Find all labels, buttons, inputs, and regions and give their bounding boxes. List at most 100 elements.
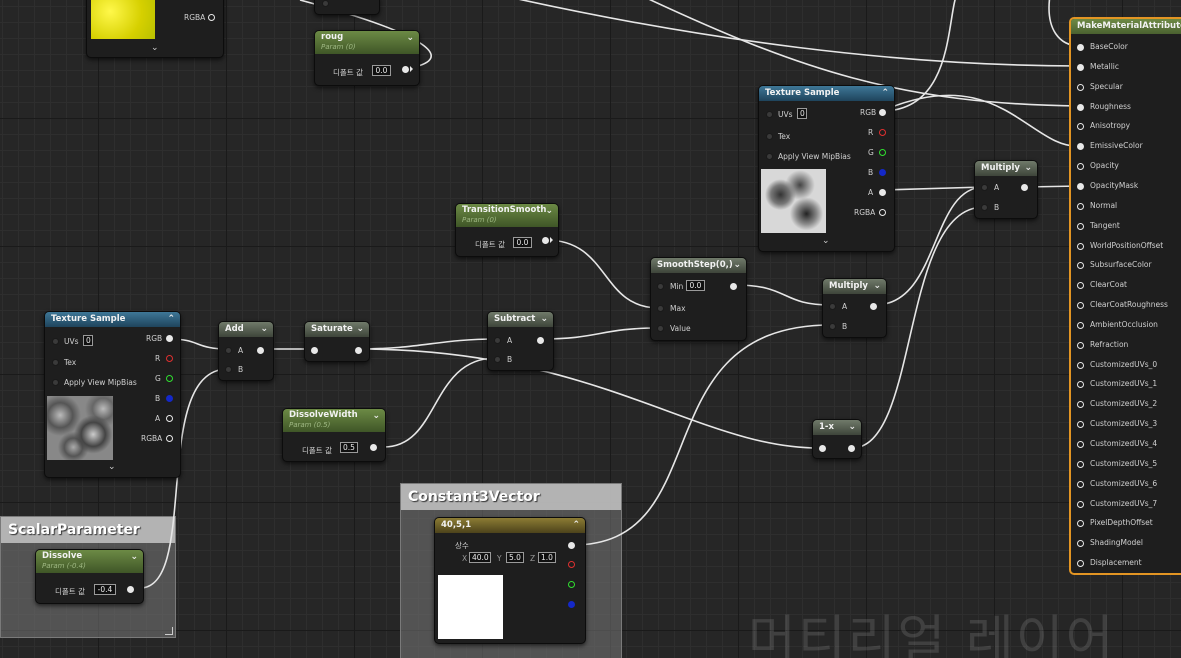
node-header[interactable]: Texture Sample ⌃ — [45, 312, 180, 327]
input-pin[interactable] — [1077, 242, 1084, 250]
scalar-param-node-roug[interactable]: roug Param (0) ⌄ 디폴트 값 0.0 — [314, 30, 420, 86]
x-value-field[interactable]: 40.0 — [469, 552, 491, 563]
min-value-field[interactable]: 0.0 — [686, 280, 705, 291]
output-pin[interactable] — [370, 444, 377, 451]
chevron-down-icon[interactable]: ⌄ — [356, 322, 364, 337]
node-header[interactable]: roug Param (0) ⌄ — [315, 31, 419, 54]
input-pin-uvs[interactable] — [52, 338, 59, 345]
input-pin-tex[interactable] — [766, 133, 773, 140]
input-pin-a[interactable] — [829, 303, 836, 310]
input-pin[interactable] — [1077, 83, 1084, 91]
chevron-down-icon[interactable]: ⌄ — [733, 258, 741, 273]
input-pin-b[interactable] — [829, 323, 836, 330]
input-pin-mipbias[interactable] — [766, 153, 773, 160]
output-pin-r[interactable] — [166, 355, 173, 362]
input-pin[interactable] — [311, 347, 318, 354]
make-material-attributes-node[interactable]: MakeMaterialAttributes BaseColor Metallic… — [1069, 17, 1181, 575]
input-pin[interactable] — [1077, 421, 1084, 429]
input-pin[interactable] — [1077, 202, 1084, 210]
output-pin-rgb[interactable] — [166, 335, 173, 342]
input-pin[interactable] — [1077, 321, 1084, 329]
input-pin-b[interactable] — [225, 366, 232, 373]
input-pin[interactable] — [1077, 302, 1084, 310]
input-pin-a[interactable] — [225, 347, 232, 354]
input-pin-a[interactable] — [494, 337, 501, 344]
one-minus-node[interactable]: 1-x ⌄ — [812, 419, 862, 459]
scalar-param-node-dissolvewidth[interactable]: DissolveWidth Param (0.5) ⌄ 디폴트 값 0.5 — [282, 408, 386, 462]
node-header[interactable]: Dissolve Param (-0.4) ⌄ — [36, 550, 143, 573]
input-pin[interactable] — [1077, 480, 1084, 488]
output-pin-b[interactable] — [568, 601, 575, 608]
input-pin-b[interactable] — [494, 356, 501, 363]
uvs-value-field[interactable]: 0 — [797, 108, 807, 119]
input-pin[interactable] — [1077, 44, 1084, 51]
input-pin[interactable] — [1077, 182, 1084, 190]
input-pin[interactable] — [1077, 341, 1084, 349]
constant3vector-node[interactable]: 40,5,1 ⌃ 상수 X 40.0 Y 5.0 Z 1.0 — [434, 517, 586, 644]
output-pin[interactable] — [355, 347, 362, 354]
chevron-down-icon[interactable]: ⌄ — [545, 204, 553, 219]
collapse-chevron-icon[interactable]: ⌄ — [822, 236, 830, 246]
input-pin[interactable] — [1077, 282, 1084, 290]
node-header[interactable]: 1-x ⌄ — [813, 420, 861, 435]
chevron-down-icon[interactable]: ⌄ — [1024, 161, 1032, 176]
default-value-field[interactable]: 0.5 — [340, 442, 358, 453]
chevron-up-icon[interactable]: ⌃ — [167, 312, 175, 327]
collapse-chevron-icon[interactable]: ⌄ — [108, 462, 116, 472]
subtract-node[interactable]: Subtract ⌄ A B — [487, 311, 554, 371]
input-pin[interactable] — [1077, 401, 1084, 409]
z-value-field[interactable]: 1.0 — [538, 552, 556, 563]
input-pin[interactable] — [819, 445, 826, 452]
node-header[interactable]: Subtract ⌄ — [488, 312, 553, 327]
output-pin[interactable] — [537, 337, 544, 344]
chevron-down-icon[interactable]: ⌄ — [540, 312, 548, 327]
output-pin-a[interactable] — [879, 189, 886, 196]
input-pin-tex[interactable] — [52, 359, 59, 366]
input-pin[interactable] — [1077, 143, 1084, 151]
default-value-field[interactable]: 0.0 — [513, 237, 532, 248]
input-pin-value[interactable] — [657, 325, 664, 332]
input-pin-mipbias[interactable] — [52, 379, 59, 386]
output-pin-rgba[interactable] — [166, 435, 173, 442]
chevron-down-icon[interactable]: ⌄ — [130, 550, 138, 565]
node-header[interactable]: Multiply ⌄ — [823, 279, 886, 294]
node-header[interactable]: Add ⌄ — [219, 322, 273, 337]
output-pin[interactable] — [730, 283, 737, 290]
add-node[interactable]: Add ⌄ A B — [218, 321, 274, 381]
node-header[interactable]: MakeMaterialAttributes — [1071, 19, 1181, 34]
output-pin[interactable] — [542, 237, 549, 244]
scalar-param-node-dissolve[interactable]: Dissolve Param (-0.4) ⌄ 디폴트 값 -0.4 — [35, 549, 144, 604]
input-pin[interactable] — [1077, 441, 1084, 448]
input-pin[interactable] — [1077, 460, 1084, 468]
input-pin-uvs[interactable] — [766, 111, 773, 118]
scalar-param-node-transitionsmooth[interactable]: TransitionSmooth Param (0) ⌄ 디폴트 값 0.0 — [455, 203, 559, 257]
output-pin[interactable] — [127, 586, 134, 593]
output-pin[interactable] — [257, 347, 264, 354]
default-value-field[interactable]: -0.4 — [94, 584, 116, 595]
input-pin[interactable] — [1077, 103, 1084, 111]
input-pin[interactable] — [1077, 361, 1084, 369]
input-pin-b[interactable] — [981, 204, 988, 211]
chevron-up-icon[interactable]: ⌃ — [881, 86, 889, 101]
output-pin-rgb[interactable] — [568, 542, 575, 549]
node-header[interactable]: TransitionSmooth Param (0) ⌄ — [456, 204, 558, 227]
output-pin[interactable] — [402, 66, 409, 73]
output-pin-rgba[interactable] — [208, 14, 215, 21]
input-pin[interactable] — [1077, 500, 1084, 508]
smoothstep-node[interactable]: SmoothStep(0,) ⌄ Min 0.0 Max Value — [650, 257, 747, 341]
input-pin[interactable] — [1077, 520, 1084, 528]
partial-node-top[interactable] — [314, 0, 380, 15]
input-pin-min[interactable] — [657, 283, 664, 290]
input-pin-a[interactable] — [981, 184, 988, 191]
material-graph-canvas[interactable]: ScalarParameter Constant3Vector RGBA ⌄ r… — [0, 0, 1181, 658]
input-pin[interactable] — [1077, 163, 1084, 171]
chevron-down-icon[interactable]: ⌄ — [260, 322, 268, 337]
chevron-down-icon[interactable]: ⌄ — [372, 409, 380, 424]
output-pin-g[interactable] — [568, 581, 575, 588]
chevron-down-icon[interactable]: ⌄ — [873, 279, 881, 294]
input-pin[interactable] — [1077, 262, 1084, 270]
texture-sample-node-left[interactable]: Texture Sample ⌃ UVs 0 Tex Apply View Mip… — [44, 311, 181, 478]
output-pin-rgba[interactable] — [879, 209, 886, 216]
output-pin-a[interactable] — [166, 415, 173, 422]
uvs-value-field[interactable]: 0 — [83, 335, 93, 346]
